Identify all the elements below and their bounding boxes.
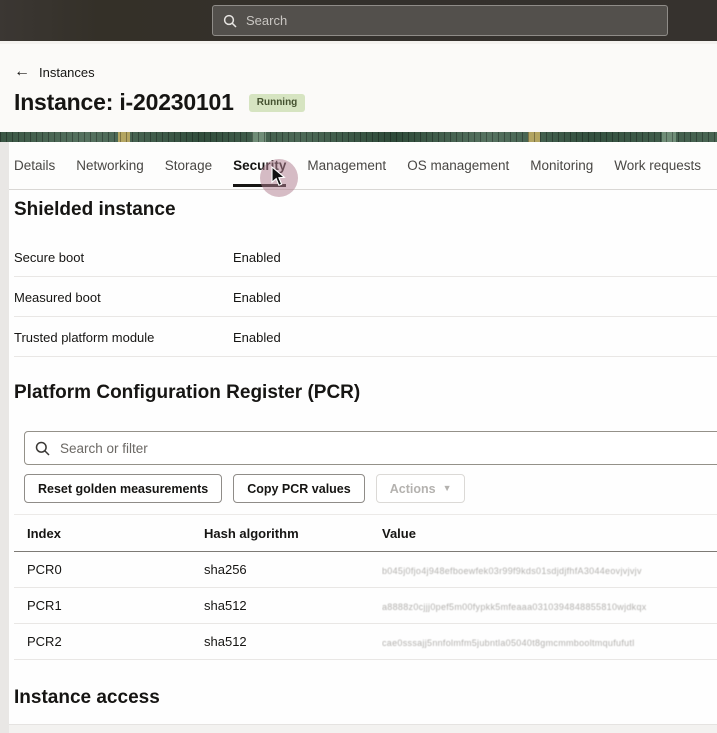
copy-pcr-values-button[interactable]: Copy PCR values xyxy=(233,474,365,503)
pcr2-hash-algorithm: sha512 xyxy=(204,634,382,649)
shielded-instance-heading: Shielded instance xyxy=(14,199,176,221)
status-badge: Running xyxy=(249,94,306,112)
col-header-hash-algorithm: Hash algorithm xyxy=(204,526,382,541)
pcr1-value: a8888z0cjjj0pef5m00fypkk5mfeaaa031039484… xyxy=(382,602,647,612)
back-arrow-icon[interactable]: ← xyxy=(14,64,30,80)
page-title: Instance: i-20230101 xyxy=(14,89,234,116)
pcr0-hash-algorithm: sha256 xyxy=(204,562,382,577)
col-header-index: Index xyxy=(14,526,204,541)
pcr0-value: b045j0fjo4j948efboewfek03r99f9kds01sdjdj… xyxy=(382,566,642,576)
pcr-heading: Platform Configuration Register (PCR) xyxy=(14,382,360,404)
table-header-row: Index Hash algorithm Value xyxy=(14,515,717,552)
table-row: PCR1 sha512 a8888z0cjjj0pef5m00fypkk5mfe… xyxy=(14,588,717,624)
pcr-filter-input[interactable] xyxy=(60,441,716,456)
tpm-label: Trusted platform module xyxy=(14,330,154,345)
tab-storage[interactable]: Storage xyxy=(165,142,212,189)
breadcrumb-label[interactable]: Instances xyxy=(39,65,95,80)
table-row: PCR0 sha256 b045j0fjo4j948efboewfek03r99… xyxy=(14,552,717,588)
pcr-table: Index Hash algorithm Value PCR0 sha256 b… xyxy=(14,514,717,660)
pcr-actions-row: Reset golden measurements Copy PCR value… xyxy=(24,474,465,503)
col-header-value: Value xyxy=(382,526,717,541)
actions-label: Actions xyxy=(390,482,436,496)
page-left-gutter xyxy=(0,142,9,733)
tab-networking[interactable]: Networking xyxy=(76,142,144,189)
table-row: PCR2 sha512 cae0sssajj5nnfolmfm5jubntla0… xyxy=(14,624,717,660)
tab-bar: Details Networking Storage Security Mana… xyxy=(0,142,717,190)
global-search-box[interactable] xyxy=(212,5,668,36)
actions-dropdown-button[interactable]: Actions ▼ xyxy=(376,474,466,503)
global-topbar xyxy=(0,0,717,41)
pcr1-hash-algorithm: sha512 xyxy=(204,598,382,613)
divider xyxy=(14,356,717,357)
title-row: Instance: i-20230101 Running xyxy=(14,89,305,116)
global-search-input[interactable] xyxy=(246,13,657,28)
tab-os-management[interactable]: OS management xyxy=(407,142,509,189)
secure-boot-label: Secure boot xyxy=(14,250,84,265)
instance-access-heading: Instance access xyxy=(14,687,160,709)
tab-monitoring[interactable]: Monitoring xyxy=(530,142,593,189)
tpm-value: Enabled xyxy=(233,330,281,345)
content-area: Shielded instance Secure boot Enabled Me… xyxy=(0,190,717,733)
decorative-banner xyxy=(0,132,717,142)
search-icon xyxy=(223,14,237,28)
pcr2-value: cae0sssajj5nnfolmfm5jubntla05040t8gmcmmb… xyxy=(382,638,635,648)
tab-work-requests[interactable]: Work requests xyxy=(614,142,701,189)
pcr-filter-box[interactable] xyxy=(24,431,717,465)
chevron-down-icon: ▼ xyxy=(443,484,452,493)
tab-security[interactable]: Security xyxy=(233,142,286,189)
measured-boot-label: Measured boot xyxy=(14,290,101,305)
divider xyxy=(14,316,717,317)
pcr0-index: PCR0 xyxy=(14,562,204,577)
search-icon xyxy=(35,441,50,456)
tab-management[interactable]: Management xyxy=(307,142,386,189)
breadcrumb-instances[interactable]: ← Instances xyxy=(14,64,95,80)
next-section-panel-edge xyxy=(9,724,717,733)
measured-boot-value: Enabled xyxy=(233,290,281,305)
secure-boot-value: Enabled xyxy=(233,250,281,265)
page-header: ← Instances Instance: i-20230101 Running xyxy=(0,41,717,132)
divider xyxy=(14,276,717,277)
reset-golden-measurements-button[interactable]: Reset golden measurements xyxy=(24,474,222,503)
pcr1-index: PCR1 xyxy=(14,598,204,613)
tab-details[interactable]: Details xyxy=(14,142,55,189)
instance-security-page: ← Instances Instance: i-20230101 Running… xyxy=(0,0,717,733)
pcr2-index: PCR2 xyxy=(14,634,204,649)
